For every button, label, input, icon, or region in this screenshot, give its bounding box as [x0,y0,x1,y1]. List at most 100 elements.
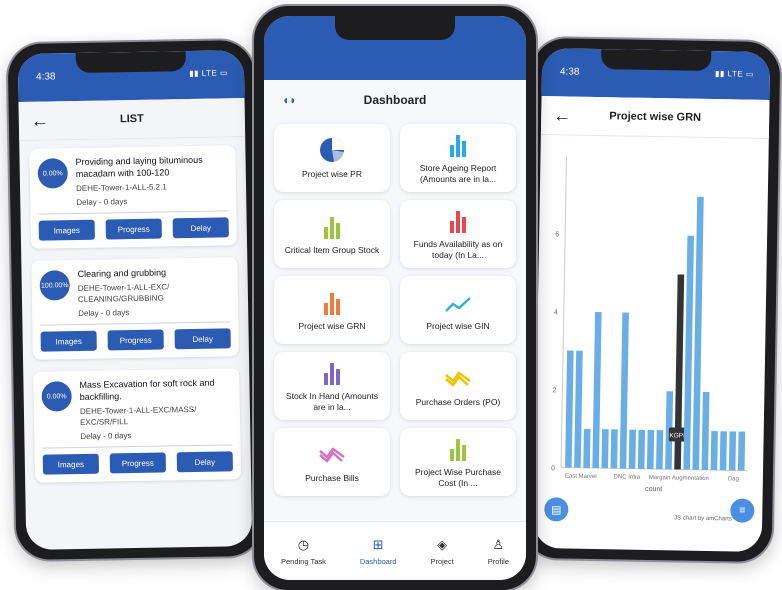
tile-project-wise-purchase-cost[interactable]: Project Wise Purchase Cost (In ... [400,428,516,496]
tile-label: Store Ageing Report (Amounts are in la..… [419,163,497,184]
tab-label: Dashboard [359,556,397,566]
progress-button[interactable]: Progress [105,218,162,240]
tile-label: Project wise GRN [298,320,366,331]
pie-chart-icon [319,137,345,163]
phone-chart: 4:38 ▮▮ LTE ▭ ← Project wise GRN 0 2 4 6 KGP… [523,37,781,563]
bar [592,312,602,469]
progress-button[interactable]: Progress [109,452,167,474]
tab-pending-task[interactable]: ◷ Pending Task [281,537,326,566]
tile-funds-availability[interactable]: Funds Availability as on today (In La... [400,200,516,268]
status-bar: 4:38 ▮▮ LTE ▭ [17,50,245,103]
task-card[interactable]: 0.00% Providing and laying bituminous ma… [29,145,238,249]
tile-project-wise-pr[interactable]: Project wise PR [274,124,390,192]
delay-button[interactable]: Delay [172,217,229,239]
notch [335,16,455,40]
bar [574,350,583,468]
x-tick-label: East Marvel [565,474,597,481]
tab-label: Project [430,556,454,566]
y-axis [560,155,568,468]
bar [565,350,574,468]
images-button[interactable]: Images [42,453,100,475]
list-screen: 4:38 ▮▮ LTE ▭ ← LIST 0.00% Providing and… [17,50,253,550]
trend-icon [318,441,346,467]
task-code: DEHE-Tower-1-ALL-5.2.1 [75,182,167,194]
bar [701,391,710,471]
chart-area: 0 2 4 6 KGPL East Marvel DNC Infra Margain Augm… [534,135,769,539]
tile-label: Stock In Hand (Amounts are in la... [285,391,379,412]
tile-critical-item-group-stock[interactable]: Critical Item Group Stock [274,200,390,268]
phone-dashboard: ◖◗ Dashboard Project wise PR Store Agein… [254,6,536,590]
back-arrow-icon[interactable]: ← [553,105,571,126]
tile-store-ageing-report[interactable]: Store Ageing Report (Amounts are in la..… [400,124,516,192]
notch [75,51,187,73]
grn-bar-chart: 0246KGPLEast Marvel DNC Infra Margain Augm… [551,155,748,493]
bar [619,312,629,469]
tile-label: Purchase Bills [305,472,359,483]
status-bar: 4:38 ▮▮ LTE ▭ [541,48,771,101]
back-arrow-icon[interactable]: ← [31,110,49,131]
tab-profile[interactable]: ♙ Profile [488,537,509,566]
images-button[interactable]: Images [38,219,95,241]
task-list: 0.00% Providing and laying bituminous ma… [19,137,251,503]
progress-button[interactable]: Progress [107,329,164,351]
bar [601,429,609,469]
bar [728,431,737,471]
bottom-tab-bar: ◷ Pending Task ⊞ Dashboard ◈ Project ♙ P… [264,521,526,580]
chart-appbar: ← Project wise GRN [540,96,770,140]
progress-badge: 0.00% [41,381,72,412]
bar [628,429,636,469]
task-name: Clearing and grubbing [77,267,167,279]
chart-screen: 4:38 ▮▮ LTE ▭ ← Project wise GRN 0 2 4 6 KGP… [533,48,771,552]
person-icon: ♙ [492,536,505,552]
app-logo-icon: ◖◗ [282,93,297,107]
task-delay: Delay - 0 days [80,431,132,441]
task-name: Providing and laying bituminous macadam … [75,154,203,180]
divider [42,444,233,449]
tab-label: Profile [487,556,509,566]
bar-chart-icon [450,131,466,157]
images-button[interactable]: Images [40,330,97,352]
bar [719,431,727,471]
delay-button[interactable]: Delay [176,451,234,473]
y-tick-label: 0 [551,465,555,472]
task-delay: Delay - 0 days [78,308,130,318]
chart-footnote: JS chart by amCharts [674,515,732,523]
tile-purchase-orders[interactable]: Purchase Orders (PO) [400,352,516,420]
tab-project[interactable]: ◈ Project [430,537,453,566]
x-tick-label: DNC Infra [614,474,641,480]
x-axis-label: count [645,486,662,493]
y-tick-label: 2 [552,387,556,394]
tile-purchase-bills[interactable]: Purchase Bills [274,428,390,496]
bar [710,431,718,471]
signal-icon: ▮▮ LTE ▭ [714,69,755,79]
signal-icon: ▮▮ LTE ▭ [189,68,229,79]
bar-chart-icon [450,435,466,461]
tile-project-wise-gin[interactable]: Project wise GIN [400,276,516,344]
phone-list: 4:38 ▮▮ LTE ▭ ← LIST 0.00% Providing and… [7,39,263,561]
tile-stock-in-hand[interactable]: Stock In Hand (Amounts are in la... [274,352,390,420]
progress-badge: 100.00% [39,270,70,301]
page-title: Project wise GRN [609,110,702,124]
tab-dashboard[interactable]: ⊞ Dashboard [360,537,397,566]
task-card[interactable]: 100.00% Clearing and grubbing DEHE-Tower… [31,257,239,360]
dashboard-grid: Project wise PR Store Ageing Report (Amo… [264,120,526,500]
divider [38,210,229,215]
line-chart-icon [444,289,472,315]
status-time: 4:38 [36,71,56,83]
status-bar [264,16,526,80]
delay-button[interactable]: Delay [174,328,231,350]
bar-chart-icon [324,213,340,239]
dashboard-icon: ⊞ [372,536,384,552]
task-code: DEHE-Tower-1-ALL-EXC/ CLEANING/GRUBBING [77,282,170,304]
bar [637,429,646,469]
task-card[interactable]: 0.00% Mass Excavation for soft rock and … [33,368,242,483]
x-tick-label: Margain Augmentation [649,475,709,482]
bar [646,429,655,470]
tile-label: Project wise PR [302,168,362,179]
task-delay: Delay - 0 days [76,197,128,208]
tile-project-wise-grn[interactable]: Project wise GRN [274,276,390,344]
tab-label: Pending Task [280,556,326,566]
tile-label: Project Wise Purchase Cost (In ... [415,467,501,488]
dashboard-header: ◖◗ Dashboard [264,80,526,120]
list-appbar: ← LIST [18,98,246,141]
